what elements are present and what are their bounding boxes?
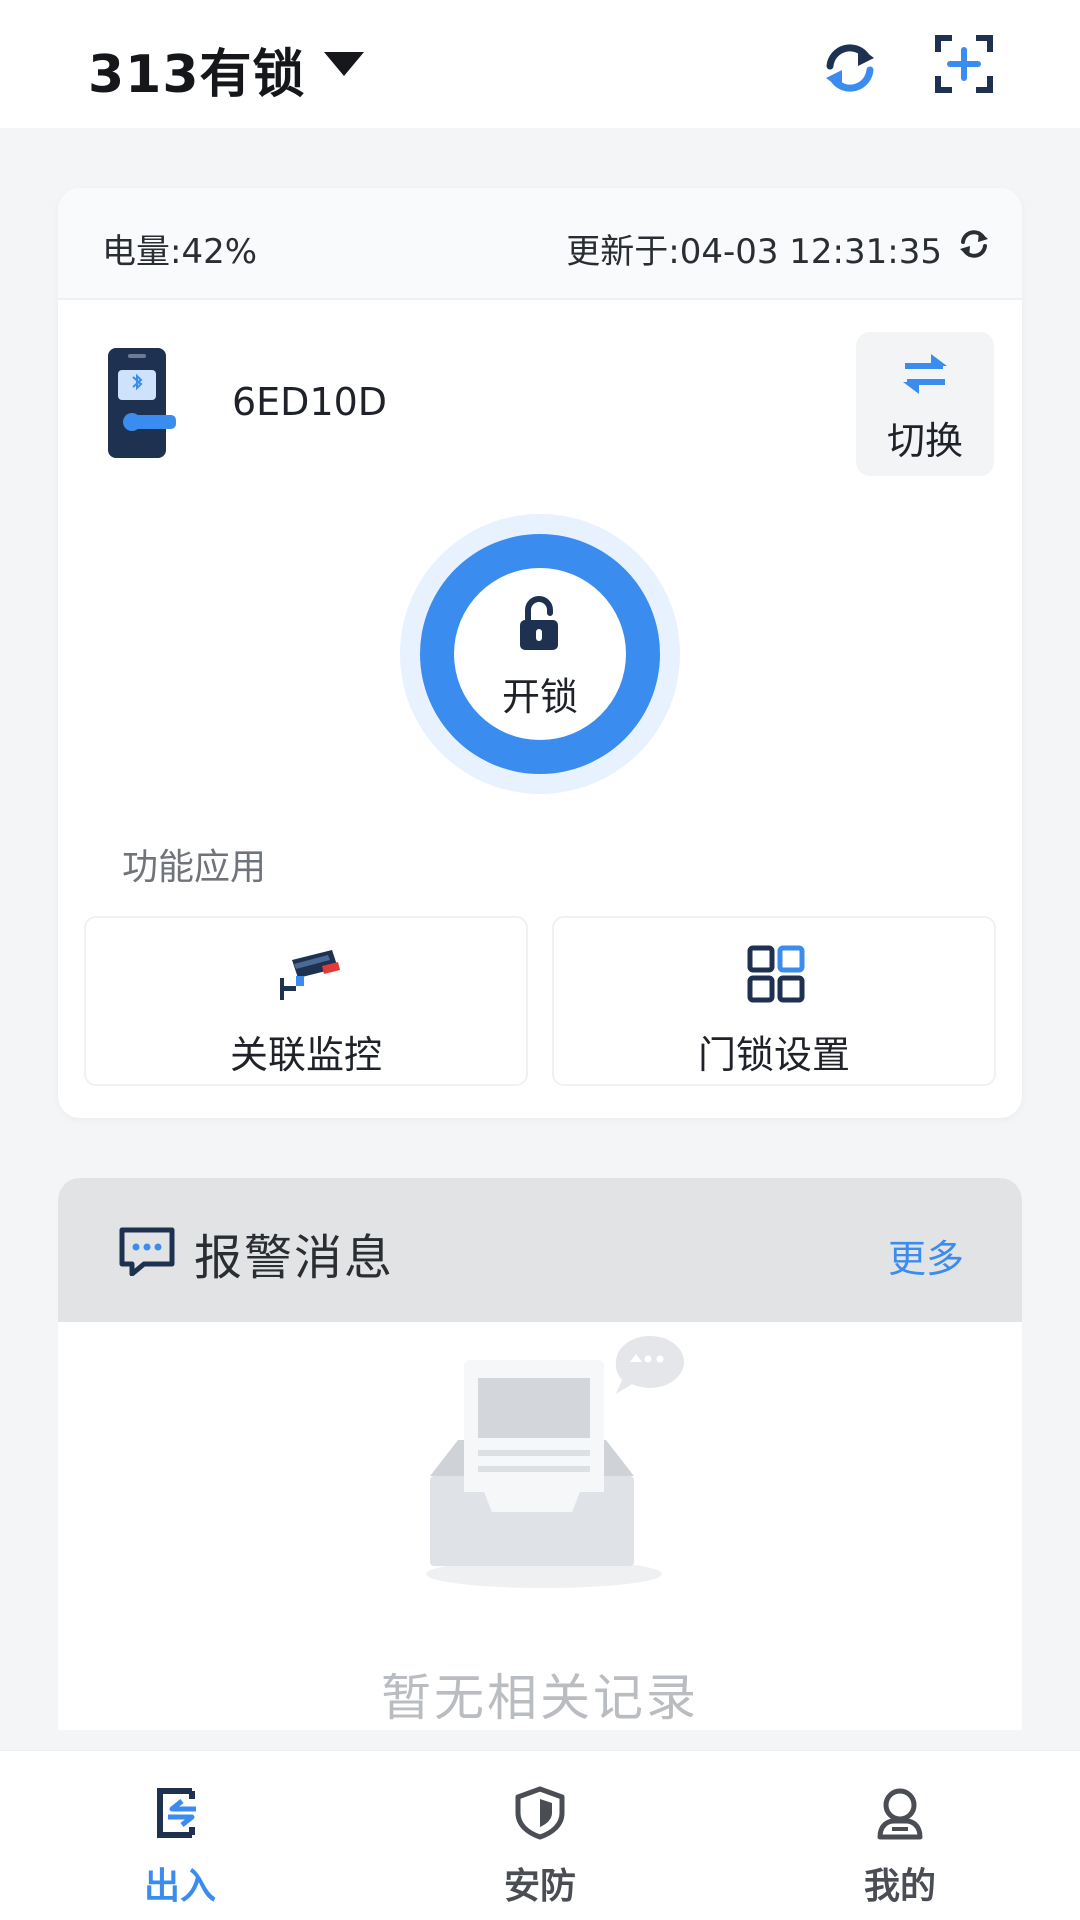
refresh-icon[interactable] bbox=[818, 36, 882, 100]
unlock-padlock-icon bbox=[520, 596, 558, 650]
functions-section-title: 功能应用 bbox=[122, 847, 267, 888]
scan-add-icon[interactable] bbox=[934, 34, 994, 94]
tab-security-label: 安防 bbox=[503, 1866, 576, 1907]
door-entry-icon bbox=[157, 1788, 196, 1838]
more-link[interactable]: 更多 bbox=[888, 1228, 964, 1283]
battery-level: 电量:42% bbox=[102, 232, 258, 272]
updated-time: 更新于:04-03 12:31:35 bbox=[566, 232, 942, 272]
camera-icon bbox=[280, 950, 340, 1000]
refresh-status-icon[interactable] bbox=[956, 226, 992, 262]
grid-icon bbox=[747, 945, 805, 1003]
lock-settings-tile[interactable]: 门锁设置 bbox=[552, 916, 996, 1086]
person-icon bbox=[877, 1788, 923, 1840]
alarm-title: 报警消息 bbox=[194, 1230, 395, 1286]
switch-arrows-icon bbox=[903, 354, 947, 394]
device-name: 6ED10D bbox=[232, 380, 388, 424]
lock-settings-label: 门锁设置 bbox=[697, 1033, 850, 1077]
alarm-header: 报警消息 更多 bbox=[58, 1178, 1022, 1322]
tab-security[interactable]: 安防 bbox=[440, 1751, 640, 1920]
top-bar: 313有锁 bbox=[0, 0, 1080, 128]
unlock-label[interactable]: 开锁 bbox=[454, 666, 626, 721]
switch-device-button[interactable]: 切换 bbox=[856, 332, 994, 476]
smart-lock-icon bbox=[108, 348, 176, 458]
empty-state-text: 暂无相关记录 bbox=[381, 1669, 699, 1727]
tab-in-out[interactable]: 出入 bbox=[80, 1751, 280, 1920]
tab-in-out-label: 出入 bbox=[143, 1866, 216, 1907]
empty-inbox-illustration bbox=[426, 1335, 684, 1588]
device-card: 电量:42% 更新于:04-03 12:31:35 6ED10D 切换 开锁 功… bbox=[58, 188, 1022, 1118]
dropdown-triangle-icon[interactable] bbox=[320, 48, 368, 80]
status-strip: 电量:42% 更新于:04-03 12:31:35 bbox=[58, 188, 1022, 300]
tab-mine-label: 我的 bbox=[863, 1866, 936, 1907]
linked-monitor-tile[interactable]: 关联监控 bbox=[84, 916, 528, 1086]
linked-monitor-label: 关联监控 bbox=[229, 1033, 382, 1077]
bottom-tab-bar: 出入 安防 我的 bbox=[0, 1750, 1080, 1920]
home-name[interactable]: 313有锁 bbox=[88, 32, 306, 107]
alarm-card: 报警消息 更多 暂无相关记录 bbox=[58, 1178, 1022, 1730]
shield-icon bbox=[515, 1786, 565, 1840]
tab-mine[interactable]: 我的 bbox=[800, 1751, 1000, 1920]
message-icon bbox=[119, 1227, 175, 1276]
switch-label: 切换 bbox=[886, 419, 963, 463]
